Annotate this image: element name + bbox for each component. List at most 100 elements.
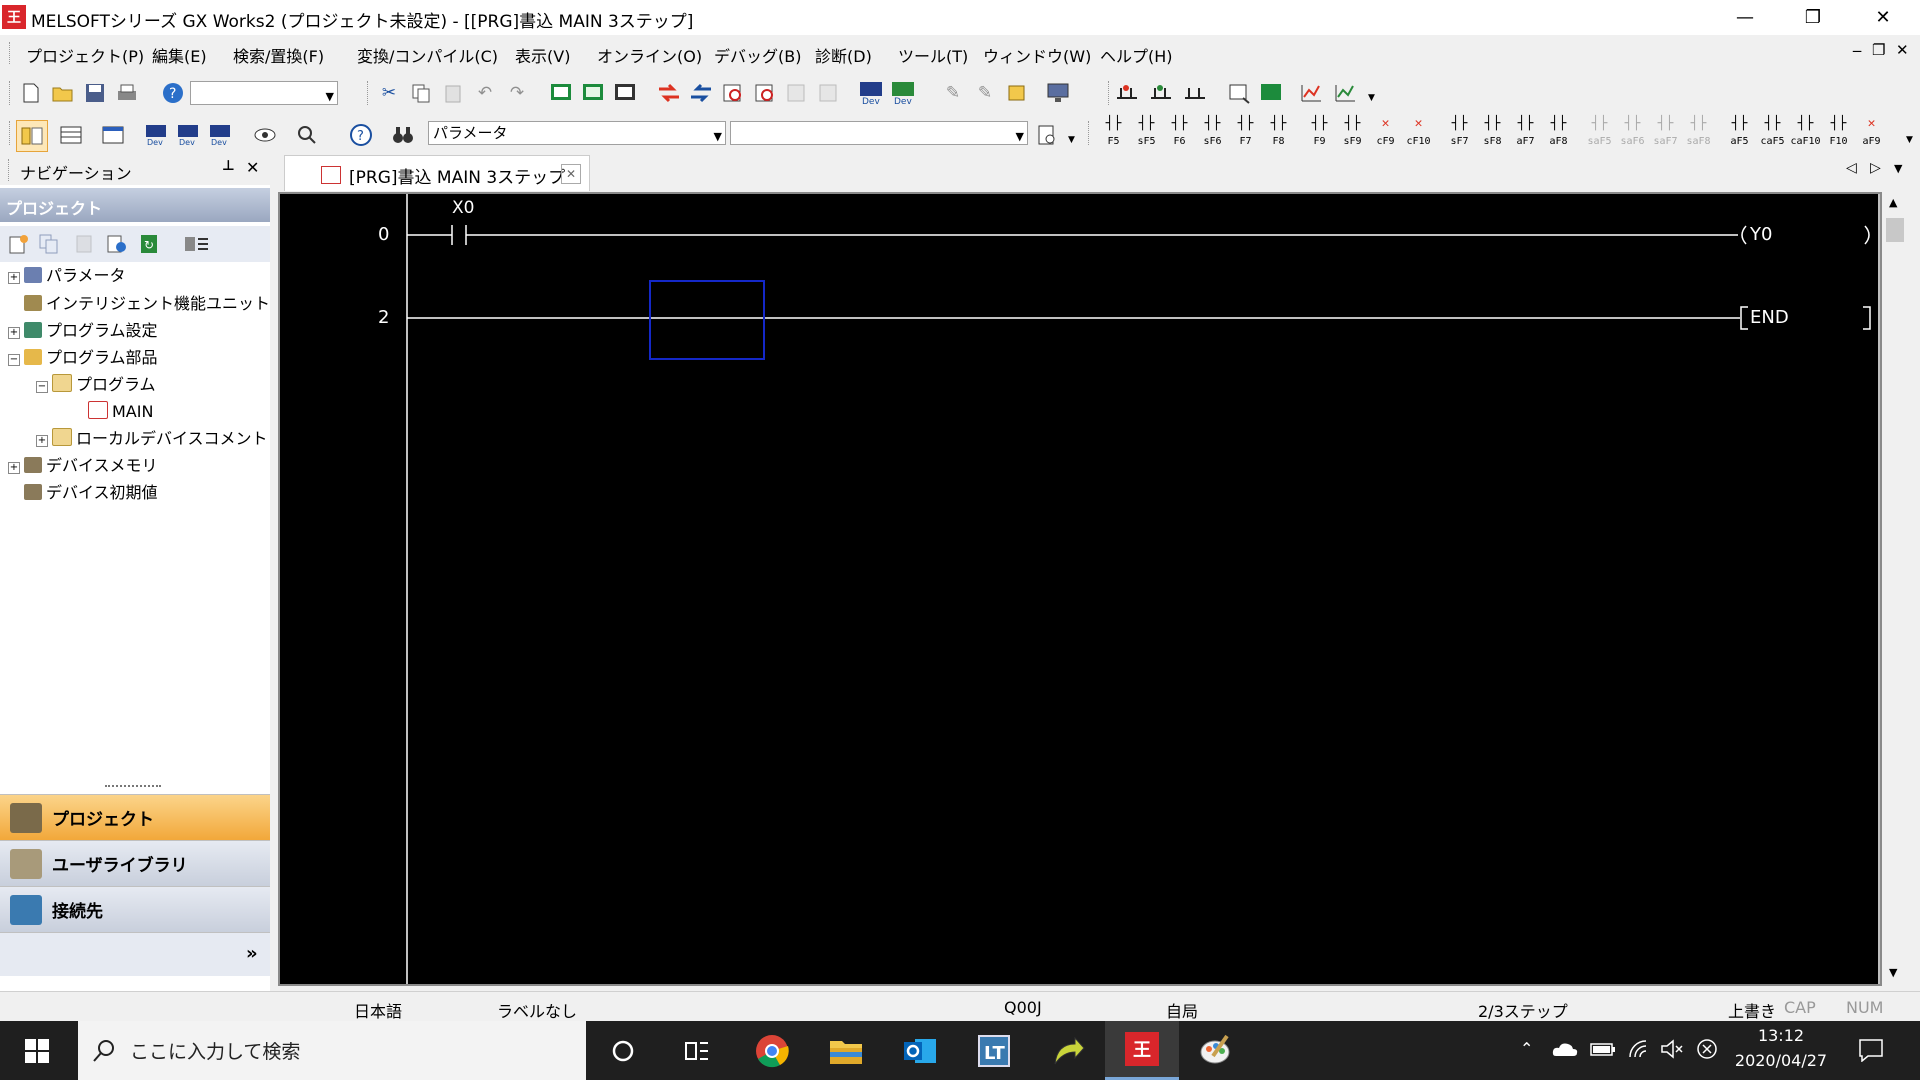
scroll-down-icon[interactable]: ▼	[1889, 966, 1897, 979]
ladder-key-sf5[interactable]: ┤├ sF5	[1131, 117, 1162, 157]
expand-icon[interactable]: +	[8, 462, 20, 474]
save-icon[interactable]	[82, 80, 108, 106]
ladder-insert-column-icon[interactable]	[1182, 80, 1208, 106]
collapse-icon[interactable]: −	[8, 354, 20, 366]
dev-simulator-start-icon[interactable]: Dev	[858, 80, 884, 106]
menu-debug[interactable]: デバッグ(B)	[714, 43, 801, 67]
tab-close-icon[interactable]: ✕	[561, 164, 581, 184]
ladder-key-f10[interactable]: ┤├ F10	[1823, 117, 1854, 157]
navigation-window-icon[interactable]	[16, 120, 48, 152]
ladder-key-f5[interactable]: ┤├ F5	[1098, 117, 1129, 157]
sampling-trace-icon[interactable]	[1298, 80, 1324, 106]
new-file-icon[interactable]	[18, 80, 44, 106]
display-icon[interactable]	[1046, 80, 1072, 106]
ladder-delete-row-icon[interactable]	[1148, 80, 1174, 106]
read-from-plc-icon[interactable]	[688, 80, 714, 106]
taskbar-gx-works2[interactable]: 王	[1105, 1021, 1179, 1080]
taskbar-lt-app[interactable]: LT	[957, 1021, 1031, 1080]
taskbar-chrome[interactable]	[735, 1021, 809, 1080]
string-search-icon[interactable]	[612, 80, 638, 106]
note-edit-icon[interactable]	[1004, 80, 1030, 106]
device-test-icon[interactable]	[1226, 80, 1252, 106]
comment-edit-icon[interactable]: ✎	[940, 80, 966, 106]
search-combo[interactable]: ▼	[190, 81, 338, 105]
paste-icon[interactable]	[440, 80, 466, 106]
mdi-minimize-button[interactable]: ‒	[1852, 41, 1862, 60]
clock-date[interactable]: 2020/04/27	[1730, 1051, 1832, 1070]
watch-icon[interactable]	[816, 80, 842, 106]
ladder-key-f7[interactable]: ┤├ F7	[1230, 117, 1261, 157]
tab-scroll-left-icon[interactable]: ◁	[1846, 160, 1857, 176]
toolbar-grip-ladder[interactable]	[1088, 121, 1092, 145]
tree-item-program-setting[interactable]: + プログラム設定	[8, 320, 158, 342]
edit-cursor[interactable]	[649, 280, 765, 360]
toolbar-grip-program[interactable]	[1108, 81, 1112, 105]
wifi-icon[interactable]	[1628, 1039, 1650, 1063]
undo-icon[interactable]: ↶	[472, 80, 498, 106]
monitor-stop-icon[interactable]	[784, 80, 810, 106]
device-search-icon[interactable]	[548, 80, 574, 106]
ladder-key-af7[interactable]: ┤├ aF7	[1510, 117, 1541, 157]
menu-window[interactable]: ウィンドウ(W)	[983, 43, 1091, 67]
tab-scroll-right-icon[interactable]: ▷	[1870, 160, 1881, 176]
tree-item-device-memory[interactable]: + デバイスメモリ	[8, 455, 158, 477]
ladder-key-f9[interactable]: ┤├ F9	[1304, 117, 1335, 157]
toolbar-grip-2[interactable]	[9, 121, 13, 145]
dev-simulator-stop-icon[interactable]: Dev	[890, 80, 916, 106]
open-folder-icon[interactable]	[50, 80, 76, 106]
ladder-key-sf6[interactable]: ┤├ sF6	[1197, 117, 1228, 157]
redo-icon[interactable]: ↷	[504, 80, 530, 106]
menu-convert-compile[interactable]: 変換/コンパイル(C)	[357, 43, 498, 67]
cross-reference-icon[interactable]	[296, 122, 322, 148]
menu-tools[interactable]: ツール(T)	[898, 43, 968, 67]
online-change-icon[interactable]	[1258, 80, 1284, 106]
ladder-key-sf8[interactable]: ┤├ sF8	[1477, 117, 1508, 157]
tree-item-main[interactable]: MAIN	[88, 401, 153, 423]
parameter-combo[interactable]: パラメータ ▼	[428, 121, 726, 145]
onedrive-icon[interactable]	[1552, 1041, 1578, 1061]
ladder-key-af8[interactable]: ┤├ aF8	[1543, 117, 1574, 157]
chevron-down-icon[interactable]: ▼	[714, 126, 722, 148]
trace-settings-icon[interactable]	[1332, 80, 1358, 106]
monitor-icon[interactable]	[752, 80, 778, 106]
tree-item-device-initial-value[interactable]: デバイス初期値	[8, 482, 158, 504]
ladder-key-cf9[interactable]: ✕ cF9	[1370, 117, 1401, 157]
chevron-down-icon[interactable]: ▼	[326, 86, 334, 108]
ladder-key-saf6[interactable]: ┤├ saF6	[1617, 117, 1648, 157]
collapse-icon[interactable]: −	[36, 381, 48, 393]
task-view-button[interactable]	[660, 1021, 734, 1080]
menu-view[interactable]: 表示(V)	[515, 43, 570, 67]
new-data-icon[interactable]	[6, 231, 32, 257]
ladder-key-saf5[interactable]: ┤├ saF5	[1584, 117, 1615, 157]
chevron-down-icon[interactable]: ▼	[1016, 126, 1024, 148]
element-list-icon[interactable]	[58, 122, 84, 148]
help-icon[interactable]: ?	[160, 80, 186, 106]
menu-project[interactable]: プロジェクト(P)	[26, 43, 144, 67]
copy-data-icon[interactable]	[36, 231, 62, 257]
toolbar2-overflow-icon[interactable]: ▼	[1068, 135, 1075, 145]
sort-icon[interactable]	[180, 231, 214, 257]
notification-error-icon[interactable]	[1696, 1038, 1718, 1064]
ladder-key-sf7[interactable]: ┤├ sF7	[1444, 117, 1475, 157]
toolbar-grip-edit[interactable]	[367, 81, 371, 105]
nav-button-user-library[interactable]: ユーザライブラリ	[0, 840, 270, 886]
nav-button-connection[interactable]: 接続先	[0, 886, 270, 932]
menu-diagnostics[interactable]: 診断(D)	[815, 43, 872, 67]
ladder-key-saf7[interactable]: ┤├ saF7	[1650, 117, 1681, 157]
toolbar-grip[interactable]	[9, 81, 13, 105]
taskbar-paint[interactable]	[1179, 1021, 1253, 1080]
tree-item-program-parts[interactable]: − プログラム部品	[8, 347, 158, 369]
statement-display-icon[interactable]: Dev	[176, 122, 202, 148]
menu-edit[interactable]: 編集(E)	[152, 43, 207, 67]
toolbar-overflow-icon[interactable]: ▼	[1368, 93, 1375, 103]
paste-data-icon[interactable]	[72, 231, 98, 257]
nav-button-project[interactable]: プロジェクト	[0, 794, 270, 840]
open-list-icon[interactable]	[1034, 122, 1060, 148]
ladder-key-saf8[interactable]: ┤├ saF8	[1683, 117, 1714, 157]
ladder-key-af9[interactable]: ✕ aF9	[1856, 117, 1887, 157]
menu-help[interactable]: ヘルプ(H)	[1100, 43, 1173, 67]
pin-icon[interactable]: ⊥	[222, 158, 235, 174]
tree-item-local-device-comment[interactable]: + ローカルデバイスコメント	[36, 428, 268, 450]
ladder-editor[interactable]: 0 X0 Y0 2 END	[278, 192, 1882, 986]
cortana-button[interactable]	[586, 1021, 660, 1080]
